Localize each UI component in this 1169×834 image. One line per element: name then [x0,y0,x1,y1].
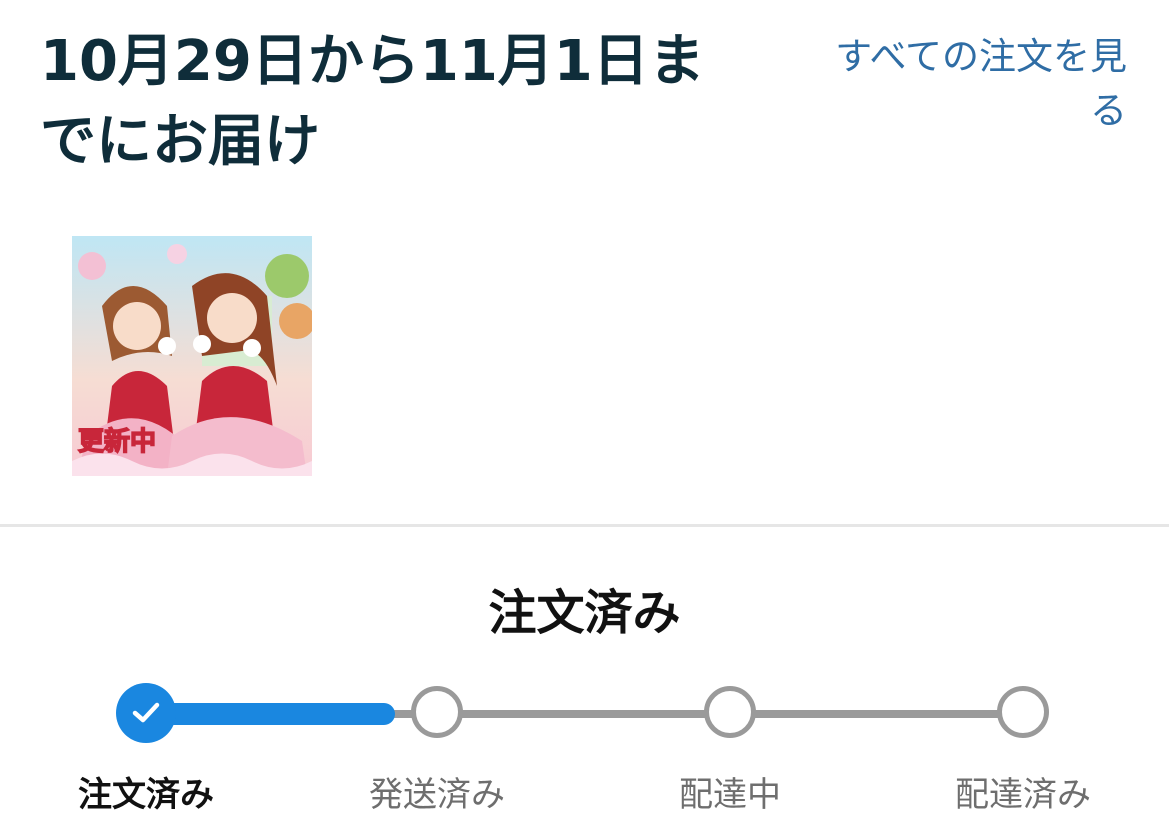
step-shipped-dot [411,686,463,738]
step-out-for-delivery-label: 配達中 [679,775,781,815]
view-all-orders-link[interactable]: すべての注文を見る [807,30,1127,138]
step-delivered-dot [997,686,1049,738]
shipment-progress-tracker: 注文済み 発送済み 配達中 配達済み [0,680,1169,834]
step-shipped-label: 発送済み [369,775,505,815]
order-header: 10月29日から11月1日までにお届け すべての注文を見る [0,0,1169,200]
step-ordered-dot [116,683,176,743]
current-status-heading: 注文済み [488,585,681,641]
step-delivered-label: 配達済み [955,775,1091,815]
step-out-for-delivery-dot [704,686,756,738]
progress-track-completed [145,703,395,725]
section-divider [0,524,1169,527]
product-thumbnail[interactable]: 更新中 [72,236,312,476]
step-ordered-label: 注文済み [78,775,214,815]
album-logo-text: 更新中 [78,426,156,457]
checkmark-icon [132,702,160,723]
delivery-date-title: 10月29日から11月1日までにお届け [40,29,705,174]
album-cover-image: 更新中 [72,236,312,476]
